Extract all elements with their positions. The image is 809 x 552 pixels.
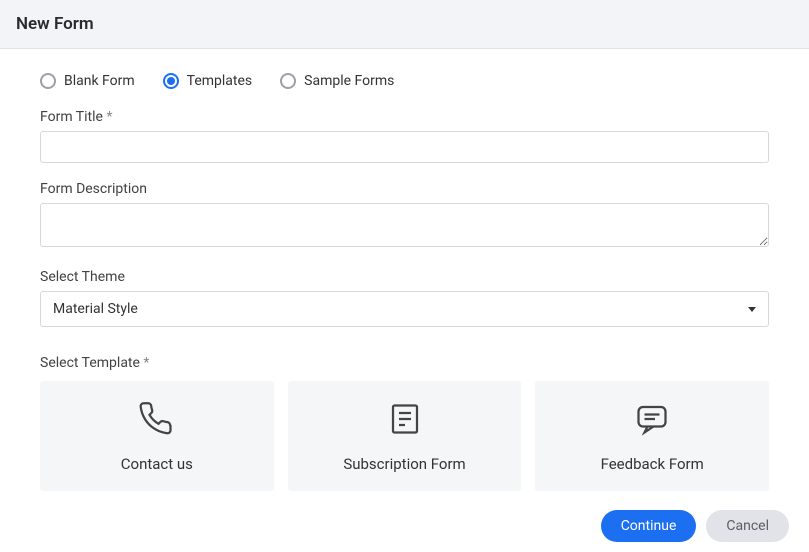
dialog-content: Blank Form Templates Sample Forms Form T… <box>0 49 809 501</box>
radio-dot-icon <box>167 77 175 85</box>
phone-icon <box>139 401 175 437</box>
chevron-down-icon <box>748 307 756 312</box>
radio-templates[interactable]: Templates <box>163 73 253 89</box>
radio-label: Blank Form <box>64 73 135 89</box>
template-contact-us[interactable]: Contact us <box>40 381 274 491</box>
document-icon <box>387 401 423 437</box>
template-card-label: Contact us <box>121 455 193 473</box>
form-title-label: Form Title * <box>40 109 769 125</box>
dialog-title: New Form <box>16 14 94 34</box>
radio-sample-forms[interactable]: Sample Forms <box>280 73 394 89</box>
chat-icon <box>634 401 670 437</box>
template-card-label: Feedback Form <box>601 455 704 473</box>
select-template-label: Select Template * <box>40 355 769 371</box>
template-card-label: Subscription Form <box>343 455 465 473</box>
template-subscription-form[interactable]: Subscription Form <box>288 381 522 491</box>
radio-icon <box>40 73 56 89</box>
form-description-input[interactable] <box>40 203 769 247</box>
template-feedback-form[interactable]: Feedback Form <box>535 381 769 491</box>
radio-label: Templates <box>187 73 253 89</box>
select-theme-label: Select Theme <box>40 269 769 285</box>
radio-label: Sample Forms <box>304 73 394 89</box>
select-theme-value: Material Style <box>53 301 138 317</box>
form-type-radios: Blank Form Templates Sample Forms <box>40 73 769 89</box>
continue-button[interactable]: Continue <box>601 510 697 542</box>
cancel-button[interactable]: Cancel <box>706 510 789 542</box>
form-description-label: Form Description <box>40 181 769 197</box>
select-theme-dropdown[interactable]: Material Style <box>40 291 769 327</box>
dialog-footer: Continue Cancel <box>601 510 789 542</box>
radio-icon <box>163 73 179 89</box>
form-title-input[interactable] <box>40 131 769 163</box>
template-cards: Contact us Subscription Form Feedback Fo… <box>40 381 769 491</box>
radio-icon <box>280 73 296 89</box>
radio-blank-form[interactable]: Blank Form <box>40 73 135 89</box>
dialog-header: New Form <box>0 0 809 49</box>
